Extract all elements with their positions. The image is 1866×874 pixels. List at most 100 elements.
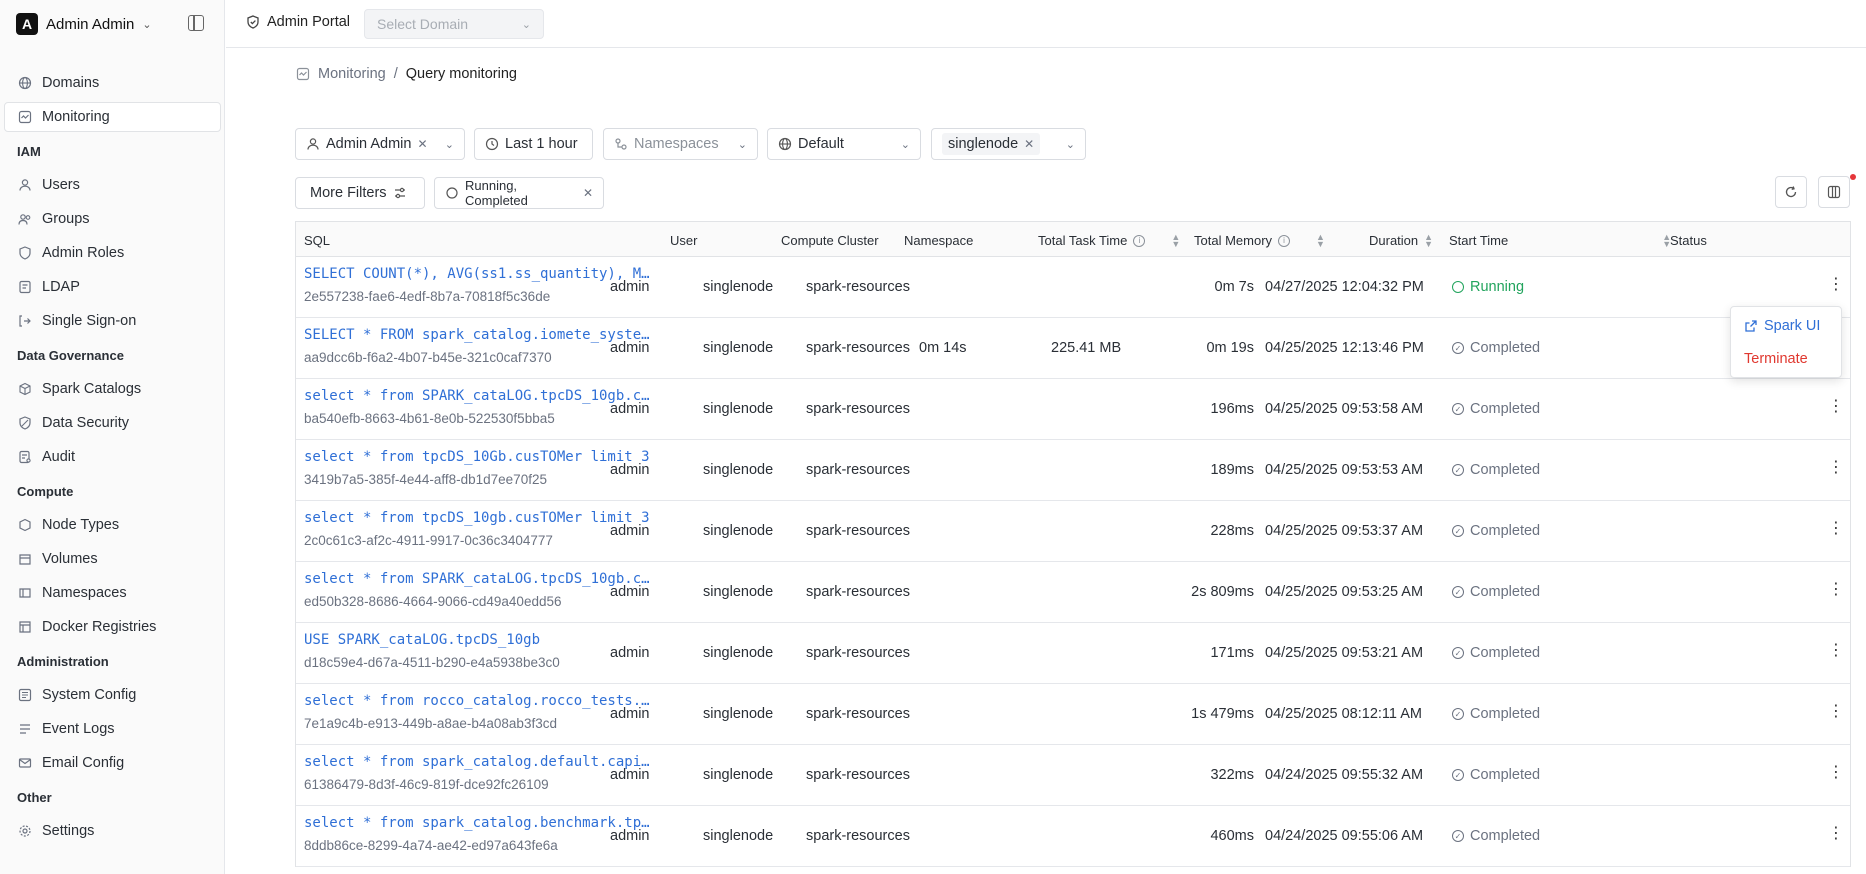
sql-query-link[interactable]: select * from SPARK_cataLOG.tpcDS_10gb.c… — [304, 571, 654, 587]
start-time-cell: 04/25/2025 12:13:46 PM — [1265, 340, 1424, 356]
sidebar-item-domains[interactable]: Domains — [4, 68, 221, 98]
status-filter-chip[interactable]: Running, Completed ✕ — [434, 177, 604, 209]
sidebar-item-admin-roles[interactable]: Admin Roles — [4, 238, 221, 268]
sql-query-link[interactable]: select * from spark_catalog.benchmark.tp… — [304, 815, 654, 831]
column-header-task-time[interactable]: Total Task Time i ▲ ▼ — [1038, 232, 1180, 248]
sidebar-item-spark-catalogs[interactable]: Spark Catalogs — [4, 374, 221, 404]
sidebar-item-single-sign-on[interactable]: Single Sign-on — [4, 306, 221, 336]
chevron-down-icon: ⌄ — [142, 18, 152, 31]
terminate-menu-item[interactable]: Terminate — [1744, 351, 1808, 367]
more-actions-icon[interactable]: ⋮ — [1828, 582, 1844, 598]
more-actions-icon[interactable]: ⋮ — [1828, 765, 1844, 781]
time-range-filter[interactable]: Last 1 hour — [474, 128, 593, 160]
close-icon[interactable]: ✕ — [583, 186, 593, 200]
columns-button[interactable] — [1818, 176, 1850, 208]
sql-query-link[interactable]: SELECT COUNT(*), AVG(ss1.ss_quantity), M… — [304, 266, 654, 282]
sql-query-link[interactable]: SELECT * FROM spark_catalog.iomete_syste… — [304, 327, 654, 343]
close-icon[interactable]: ✕ — [417, 137, 427, 151]
sort-icon[interactable]: ▲ ▼ — [1316, 232, 1325, 248]
sidebar-item-email-config[interactable]: Email Config — [4, 748, 221, 778]
column-header-memory[interactable]: Total Memory i ▲ ▼ — [1194, 232, 1325, 248]
sidebar-item-groups[interactable]: Groups — [4, 204, 221, 234]
check-circle-icon: ✓ — [1452, 464, 1464, 476]
namespace-cell: spark-resources — [806, 828, 910, 844]
sidebar-item-monitoring[interactable]: Monitoring — [4, 102, 221, 132]
sidebar-item-event-logs[interactable]: Event Logs — [4, 714, 221, 744]
sidebar-item-audit[interactable]: Audit — [4, 442, 221, 472]
cluster-cell: singlenode — [703, 523, 774, 539]
breadcrumb-current: Query monitoring — [405, 66, 517, 82]
close-icon[interactable]: ✕ — [1024, 137, 1034, 151]
info-icon[interactable]: i — [1133, 234, 1146, 247]
more-actions-icon[interactable]: ⋮ — [1828, 643, 1844, 659]
monitor-icon — [296, 67, 310, 81]
admin-portal-link[interactable]: Admin Portal — [246, 14, 350, 30]
sidebar-toggle-icon[interactable] — [188, 15, 204, 31]
user-cell: admin — [610, 401, 650, 417]
more-actions-icon[interactable]: ⋮ — [1828, 826, 1844, 842]
more-filters-label: More Filters — [310, 185, 387, 201]
sidebar-section-label: Other — [17, 789, 52, 805]
sidebar-item-settings[interactable]: Settings — [4, 816, 221, 846]
gear-icon — [18, 824, 32, 838]
sidebar-item-label: LDAP — [42, 279, 80, 295]
sql-query-link[interactable]: select * from SPARK_cataLOG.tpcDS_10gb.c… — [304, 388, 654, 404]
more-filters-button[interactable]: More Filters — [295, 177, 425, 209]
sidebar-item-data-security[interactable]: Data Security — [4, 408, 221, 438]
more-actions-icon[interactable]: ⋮ — [1828, 399, 1844, 415]
status-label: Completed — [1470, 828, 1541, 844]
sidebar-item-users[interactable]: Users — [4, 170, 221, 200]
sql-query-link[interactable]: select * from rocco_catalog.rocco_tests.… — [304, 693, 654, 709]
sql-query-link[interactable]: select * from spark_catalog.default.capi… — [304, 754, 654, 770]
spark-ui-menu-item[interactable]: Spark UI — [1744, 318, 1820, 334]
more-actions-icon[interactable]: ⋮ — [1828, 460, 1844, 476]
sidebar-item-volumes[interactable]: Volumes — [4, 544, 221, 574]
more-actions-icon[interactable]: ⋮ — [1828, 277, 1844, 293]
user-filter[interactable]: Admin Admin ✕ ⌄ — [295, 128, 465, 160]
user-cell: admin — [610, 767, 650, 783]
status-badge: ✓ Completed — [1452, 706, 1540, 722]
sidebar-item-ldap[interactable]: LDAP — [4, 272, 221, 302]
status-badge: ✓ Completed — [1452, 645, 1540, 661]
check-circle-icon: ✓ — [1452, 525, 1464, 537]
cluster-cell: singlenode — [703, 401, 774, 417]
column-header-start-time[interactable]: Start Time ▲ ▼ — [1449, 232, 1671, 248]
duration-cell: 0m 19s — [1206, 340, 1254, 356]
org-switcher[interactable]: A Admin Admin ⌄ — [16, 12, 152, 36]
domain-select[interactable]: Select Domain ⌄ — [364, 9, 544, 39]
sql-query-link[interactable]: select * from tpcDS_10gb.cusTOMer limit … — [304, 510, 654, 526]
breadcrumb-parent[interactable]: Monitoring — [318, 66, 386, 82]
duration-cell: 196ms — [1210, 401, 1254, 417]
more-actions-icon[interactable]: ⋮ — [1828, 521, 1844, 537]
sidebar-item-docker-registries[interactable]: Docker Registries — [4, 612, 221, 642]
sort-icon[interactable]: ▲ ▼ — [1171, 232, 1180, 248]
sidebar-section-label: Data Governance — [17, 347, 124, 363]
sql-query-link[interactable]: select * from tpcDS_10Gb.cusTOMer limit … — [304, 449, 654, 465]
info-icon[interactable]: i — [1278, 234, 1291, 247]
terminate-label: Terminate — [1744, 351, 1808, 367]
more-actions-icon[interactable]: ⋮ — [1828, 704, 1844, 720]
cluster-filter[interactable]: singlenode ✕ ⌄ — [931, 128, 1086, 160]
sidebar-item-system-config[interactable]: System Config — [4, 680, 221, 710]
column-header-namespace: Namespace — [904, 233, 974, 248]
chevron-down-icon: ⌄ — [900, 139, 910, 151]
sidebar-item-namespaces[interactable]: Namespaces — [4, 578, 221, 608]
sidebar-item-node-types[interactable]: Node Types — [4, 510, 221, 540]
chevron-down-icon: ⌄ — [521, 19, 531, 31]
namespace-icon — [18, 586, 32, 600]
namespaces-filter[interactable]: Namespaces ⌄ — [603, 128, 758, 160]
namespace-cell: spark-resources — [806, 462, 910, 478]
sql-query-link[interactable]: USE SPARK_cataLOG.tpcDS_10gb — [304, 632, 654, 648]
query-id: ed50b328-8686-4664-9066-cd49a40edd56 — [304, 594, 562, 609]
status-badge: ✓ Completed — [1452, 340, 1540, 356]
node-icon — [18, 518, 32, 532]
notification-dot — [1850, 174, 1856, 180]
sort-icon[interactable]: ▲ ▼ — [1424, 232, 1433, 248]
start-time-cell: 04/25/2025 09:53:37 AM — [1265, 523, 1424, 539]
refresh-button[interactable] — [1775, 176, 1807, 208]
column-header-duration[interactable]: Duration ▲ ▼ — [1369, 232, 1433, 248]
table-row: select * from SPARK_cataLOG.tpcDS_10gb.c… — [296, 379, 1850, 440]
table-row: SELECT COUNT(*), AVG(ss1.ss_quantity), M… — [296, 257, 1850, 318]
catalog-filter[interactable]: Default ⌄ — [767, 128, 921, 160]
start-time-cell: 04/25/2025 09:53:25 AM — [1265, 584, 1424, 600]
